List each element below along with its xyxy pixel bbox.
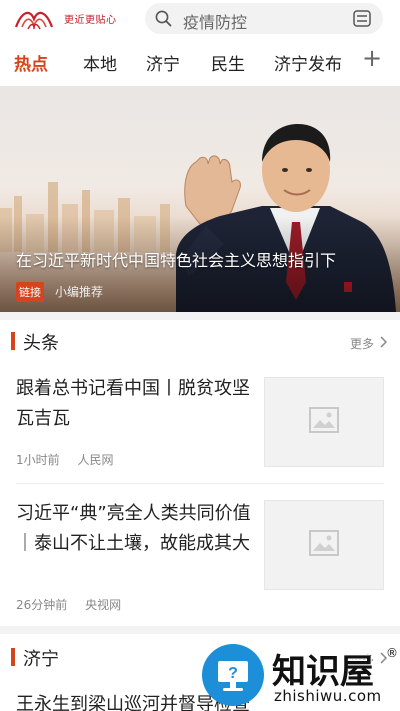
article-meta: 1小时前 人民网 [16,451,127,468]
tab-hot[interactable]: 热点 [14,50,48,75]
tab-livelihood[interactable]: 民生 [211,50,245,75]
image-placeholder-icon [309,530,339,556]
section-accent-bar [11,648,15,666]
article-item[interactable]: 习近平“典”亮全人类共同价值｜泰山不让土壤，故能成其大 26分钟前 央视网 [0,484,400,624]
channel-tabs: 热点 本地 济宁 民生 济宁发布 + [0,40,400,86]
article-title[interactable]: 跟着总书记看中国丨脱贫攻坚瓦吉瓦 [16,374,252,434]
section-header-headlines: 头条 更多 [0,318,400,362]
watermark-url: zhishiwu.com [274,687,382,705]
tab-jining-release[interactable]: 济宁发布 [274,50,342,75]
search-icon [155,10,172,27]
svg-text:?: ? [228,665,238,682]
chevron-right-icon[interactable] [380,336,388,348]
tab-jining[interactable]: 济宁 [146,50,180,75]
banner-source: 小编推荐 [55,285,104,299]
article-time: 26分钟前 [16,598,68,612]
article-item[interactable]: 跟着总书记看中国丨脱贫攻坚瓦吉瓦 1小时前 人民网 [0,362,400,482]
article-source: 人民网 [77,453,114,467]
watermark: ? 知识屋 ® zhishiwu.com [202,642,400,711]
section-divider [0,626,400,634]
tab-local[interactable]: 本地 [83,50,117,75]
article-thumbnail[interactable] [264,500,384,590]
app-logo-icon [14,11,54,30]
banner-title[interactable]: 在习近平新时代中国特色社会主义思想指引下 [16,247,336,271]
article-title[interactable]: 习近平“典”亮全人类共同价值｜泰山不让土壤，故能成其大 [16,499,252,559]
watermark-text: 知识屋 [272,652,374,692]
article-meta: 26分钟前 央视网 [16,596,135,613]
section-title: 济宁 [23,649,59,670]
scan-icon[interactable] [353,10,371,27]
article-thumbnail[interactable] [264,377,384,467]
article-source: 央视网 [85,598,122,612]
watermark-registered: ® [386,646,398,660]
add-tab-icon[interactable]: + [362,44,382,72]
hero-banner[interactable]: 在习近平新时代中国特色社会主义思想指引下 链接 小编推荐 [0,86,400,312]
more-link[interactable]: 更多 [350,335,374,352]
top-header: 更近更贴心 疫情防控 [0,0,400,40]
search-input[interactable]: 疫情防控 [183,9,247,33]
search-bar[interactable]: 疫情防控 [145,3,383,34]
watermark-logo-icon: ? [202,644,264,706]
section-title: 头条 [23,333,59,354]
image-placeholder-icon [309,407,339,433]
app-slogan: 更近更贴心 [64,15,117,26]
section-accent-bar [11,332,15,350]
banner-tag: 链接 [16,282,44,302]
article-time: 1小时前 [16,453,60,467]
